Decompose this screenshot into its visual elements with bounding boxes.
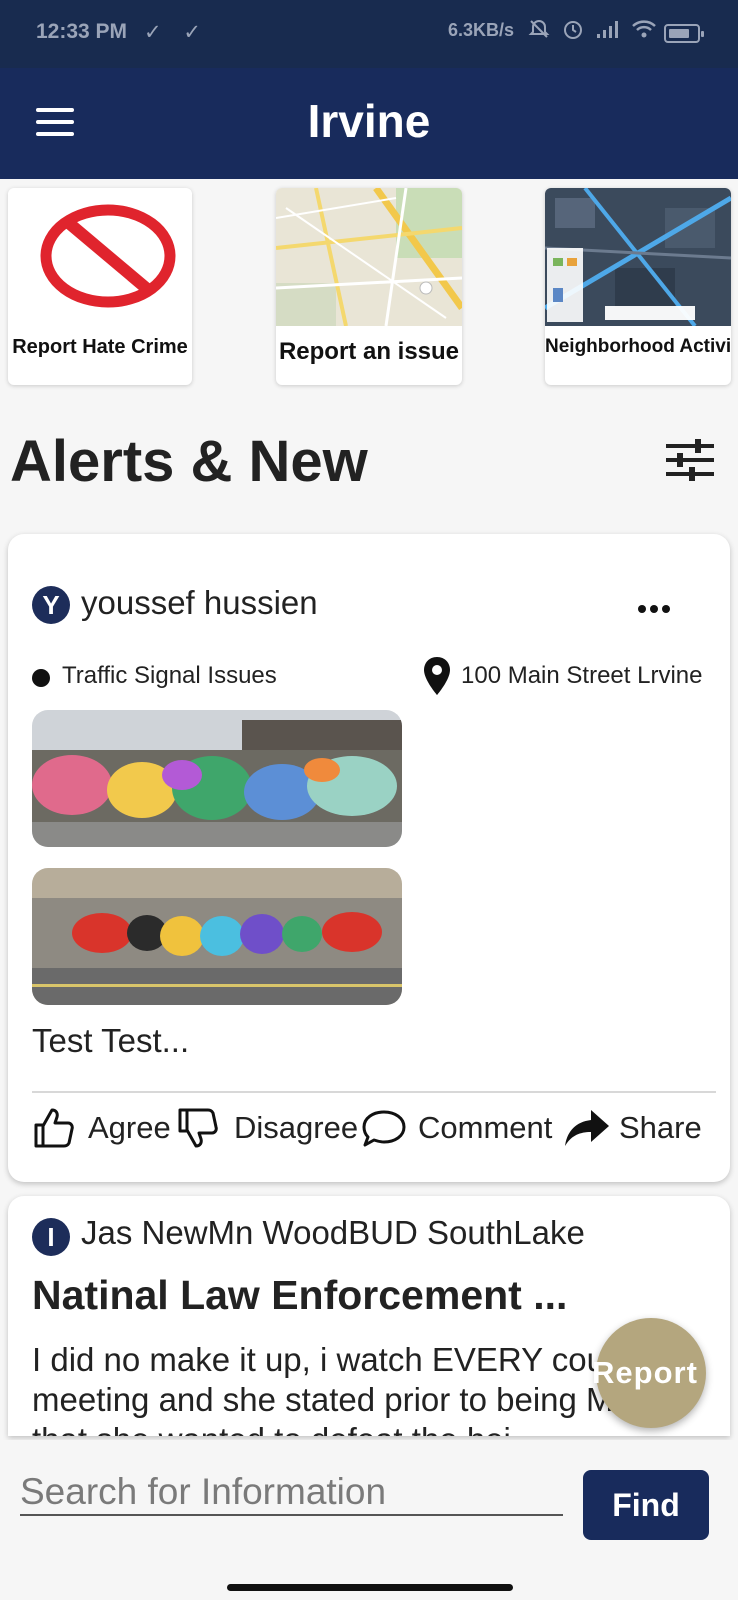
post-author[interactable]: Jas NewMn WoodBUD SouthLake xyxy=(81,1214,585,1252)
post-author[interactable]: youssef hussien xyxy=(81,584,318,622)
app-bar: Irvine xyxy=(0,68,738,179)
report-issue-tile[interactable]: Report an issue xyxy=(276,188,462,385)
disagree-label: Disagree xyxy=(234,1110,359,1145)
post-category: Traffic Signal Issues xyxy=(62,662,277,689)
thumbs-up-icon xyxy=(34,1108,74,1148)
share-button[interactable]: Share xyxy=(563,1104,723,1152)
mute-icon xyxy=(528,19,550,38)
no-entry-icon xyxy=(40,204,176,308)
report-fab-label: Report xyxy=(592,1355,698,1390)
share-label: Share xyxy=(619,1110,702,1145)
find-button[interactable]: Find xyxy=(583,1470,709,1540)
more-options-icon[interactable] xyxy=(638,600,678,614)
tile-label: Report Hate Crime xyxy=(12,336,188,358)
section-title: Alerts & New xyxy=(10,429,368,494)
report-fab[interactable]: Report xyxy=(592,1318,706,1428)
neighborhood-activity-tile[interactable]: Neighborhood Activity xyxy=(545,188,731,385)
share-icon xyxy=(565,1110,609,1146)
post-photo[interactable] xyxy=(32,710,402,847)
tile-label: Report an issue xyxy=(278,338,460,365)
comment-label: Comment xyxy=(418,1110,553,1145)
search-bar: Find xyxy=(0,1440,738,1572)
page-title: Irvine xyxy=(307,95,431,147)
wifi-icon xyxy=(631,20,656,38)
category-dot xyxy=(32,669,50,687)
signal-icon xyxy=(597,21,619,38)
divider xyxy=(32,1091,716,1093)
system-icons xyxy=(528,18,657,46)
avatar: I xyxy=(32,1218,70,1256)
search-input[interactable] xyxy=(20,1454,563,1516)
thumbs-down-icon xyxy=(178,1108,218,1148)
satellite-map-thumbnail xyxy=(545,188,731,326)
disagree-button[interactable]: Disagree xyxy=(176,1104,366,1152)
map-thumbnail xyxy=(276,188,462,326)
comment-icon xyxy=(362,1110,406,1147)
home-indicator[interactable] xyxy=(227,1584,513,1591)
tile-label: Neighborhood Activity xyxy=(545,336,731,357)
post-photo[interactable] xyxy=(32,868,402,1005)
notification-icons: ✓ ✓ xyxy=(144,21,210,44)
post-card[interactable]: Y youssef hussien Traffic Signal Issues … xyxy=(8,534,730,1182)
network-rate: 6.3KB/s xyxy=(448,20,515,40)
status-bar: 12:33 PM ✓ ✓ 6.3KB/s xyxy=(0,0,738,68)
post-headline: Natinal Law Enforcement ... xyxy=(32,1272,568,1318)
report-hate-crime-tile[interactable]: Report Hate Crime xyxy=(8,188,192,385)
agree-label: Agree xyxy=(88,1110,171,1145)
post-body: Test Test... xyxy=(32,1022,190,1059)
agree-button[interactable]: Agree xyxy=(32,1104,178,1152)
post-location: 100 Main Street Lrvine xyxy=(461,662,703,689)
alarm-icon xyxy=(563,21,582,39)
avatar: Y xyxy=(32,586,70,624)
filter-icon[interactable] xyxy=(665,438,715,482)
location-pin-icon xyxy=(424,657,450,695)
status-time: 12:33 PM xyxy=(36,20,128,43)
comment-button[interactable]: Comment xyxy=(360,1104,560,1152)
battery-icon xyxy=(664,24,704,43)
